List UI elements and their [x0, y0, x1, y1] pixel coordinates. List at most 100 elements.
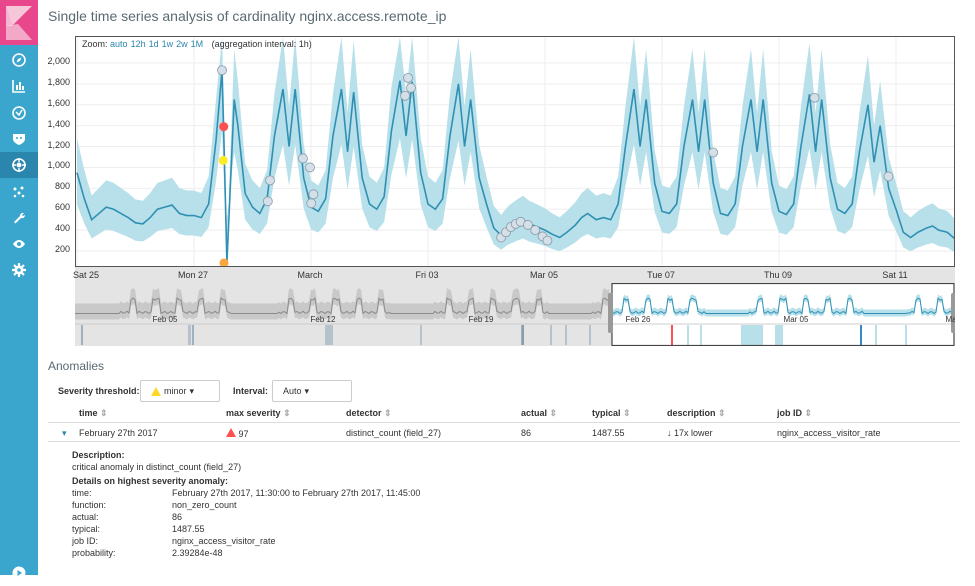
column-header-max-severity[interactable]: max severity ⇕ [226, 408, 291, 419]
swimlane-cell[interactable] [700, 325, 702, 345]
anomaly-marker-critical[interactable] [219, 122, 229, 132]
cell-severity: 97 [226, 428, 249, 439]
swimlane-cell[interactable] [522, 325, 524, 345]
brush-handle-right[interactable] [951, 293, 955, 333]
sidebar [0, 0, 38, 580]
focus-chart[interactable] [75, 36, 955, 267]
column-header-description[interactable]: description ⇕ [667, 408, 726, 419]
y-tick-label: 1,200 [47, 139, 70, 150]
swimlane-cell[interactable] [325, 325, 333, 345]
zoom-option-12h[interactable]: 12h [131, 39, 146, 49]
zoom-option-1d[interactable]: 1d [149, 39, 159, 49]
x-tick-label: Sat 25 [72, 270, 100, 280]
swimlane-cell[interactable] [192, 325, 194, 345]
y-tick-label: 200 [54, 244, 70, 255]
zoom-option-2w[interactable]: 2w [176, 39, 188, 49]
interval-select[interactable]: Auto ▾ [272, 380, 352, 402]
machine-learning-icon [12, 158, 26, 173]
kibana-logo[interactable] [0, 0, 38, 45]
divider [48, 441, 960, 442]
sidebar-item-wrench[interactable] [0, 205, 38, 231]
severity-threshold-label: Severity threshold: [58, 386, 140, 396]
swimlane-cell[interactable] [550, 325, 552, 345]
severity-value: minor [164, 386, 187, 396]
swimlane-cell[interactable] [671, 325, 673, 345]
details-description-label: Description: [72, 450, 125, 460]
aggregation-interval: (aggregation interval: 1h) [211, 39, 312, 49]
anomaly-marker-low[interactable] [265, 175, 275, 186]
x-tick-label: Mar 05 [529, 270, 559, 280]
x-tick-label: Tue 07 [647, 270, 675, 280]
anomaly-marker-low[interactable] [308, 189, 319, 200]
swimlane-cell[interactable] [589, 325, 591, 345]
context-tick-label: Ma [945, 315, 955, 324]
anomaly-marker-low[interactable] [298, 153, 308, 164]
sidebar-item-gear[interactable] [0, 257, 38, 283]
swimlane-cell[interactable] [860, 325, 862, 345]
x-tick-label: Thu 09 [763, 270, 793, 280]
play-icon[interactable] [0, 560, 38, 586]
anomaly-marker-low[interactable] [530, 225, 541, 236]
y-tick-label: 2,000 [47, 55, 70, 66]
swimlane-cell[interactable] [905, 325, 907, 345]
context-chart[interactable]: Feb 05 Feb 12 Feb 19 Feb 26 Mar 05 Ma [75, 283, 955, 346]
detail-value: February 27th 2017, 11:30:00 to February… [172, 488, 421, 498]
severity-threshold-select[interactable]: minor ▾ [140, 380, 220, 402]
anomaly-marker-low[interactable] [708, 147, 719, 158]
context-tick-label: Feb 05 [153, 315, 178, 324]
interval-label: Interval: [233, 386, 269, 396]
gear-icon [12, 263, 26, 278]
anomaly-marker-low[interactable] [406, 82, 416, 93]
anomaly-marker-low[interactable] [403, 72, 413, 83]
swimlane-cell[interactable] [741, 325, 763, 345]
brush-handle-left[interactable] [608, 293, 613, 333]
severity-critical-icon [226, 428, 236, 437]
sidebar-item-compass[interactable] [0, 47, 38, 73]
column-header-actual[interactable]: actual ⇕ [521, 408, 557, 419]
zoom-option-1w[interactable]: 1w [162, 39, 174, 49]
swimlane-cell[interactable] [565, 325, 567, 345]
anomaly-marker-low[interactable] [262, 196, 273, 207]
x-tick-label: Mon 27 [177, 270, 209, 280]
anomaly-marker-low[interactable] [809, 92, 820, 103]
page-title: Single time series analysis of cardinali… [48, 8, 447, 24]
expand-row-icon[interactable]: ▾ [62, 428, 67, 439]
sidebar-item-graph[interactable] [0, 179, 38, 205]
sort-icon: ⇕ [804, 408, 813, 418]
anomaly-marker-minor[interactable] [218, 155, 228, 165]
sidebar-item-machine-learning[interactable] [0, 152, 38, 179]
column-header-detector[interactable]: detector ⇕ [346, 408, 392, 419]
zoom-option-1M[interactable]: 1M [191, 39, 204, 49]
context-tick-label: Feb 26 [626, 315, 651, 324]
anomaly-marker-low[interactable] [883, 171, 894, 182]
swimlane-cell[interactable] [775, 325, 783, 345]
swimlane-cell[interactable] [875, 325, 877, 345]
column-header-job-ID[interactable]: job ID ⇕ [777, 408, 812, 419]
anomaly-marker-low[interactable] [542, 235, 553, 246]
anomalies-heading: Anomalies [48, 359, 105, 373]
anomaly-marker-low[interactable] [400, 90, 410, 101]
sidebar-item-timelion[interactable] [0, 100, 38, 126]
column-header-time[interactable]: time ⇕ [79, 408, 108, 419]
detail-value: nginx_access_visitor_rate [172, 536, 276, 546]
y-tick-label: 1,000 [47, 160, 70, 171]
x-tick-label: Fri 03 [415, 270, 439, 280]
detail-value: 86 [172, 512, 183, 522]
anomaly-marker-low[interactable] [306, 198, 317, 209]
zoom-option-auto[interactable]: auto [110, 39, 128, 49]
detail-value: 1487.55 [172, 524, 205, 534]
sidebar-item-eye[interactable] [0, 231, 38, 257]
graph-icon [13, 186, 25, 197]
swimlane-cell[interactable] [420, 325, 422, 345]
swimlane-cell[interactable] [81, 325, 83, 345]
sort-icon: ⇕ [384, 408, 392, 418]
sort-icon: ⇕ [283, 408, 291, 418]
anomaly-marker-low[interactable] [305, 162, 315, 173]
column-header-typical[interactable]: typical ⇕ [592, 408, 631, 419]
swimlane-cell[interactable] [189, 325, 191, 345]
sidebar-item-bar-chart[interactable] [0, 73, 38, 99]
zoom-bar: Zoom: auto 12h 1d 1w 2w 1M (aggregation inter… [82, 39, 312, 49]
anomaly-marker-low[interactable] [217, 65, 227, 76]
swimlane-cell[interactable] [687, 325, 689, 345]
sidebar-item-shield[interactable] [0, 126, 38, 152]
